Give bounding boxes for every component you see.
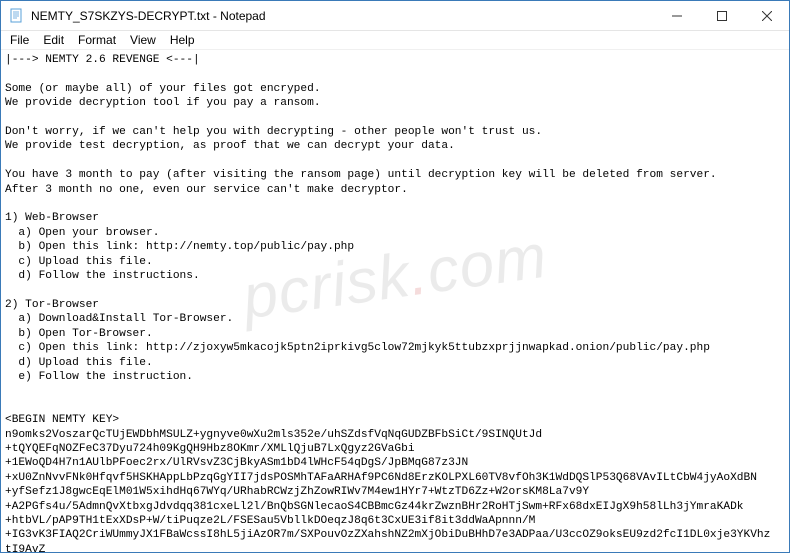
notepad-icon [9, 8, 25, 24]
menubar: File Edit Format View Help [1, 31, 789, 50]
maximize-button[interactable] [699, 1, 744, 31]
menu-view[interactable]: View [123, 32, 163, 48]
menu-file[interactable]: File [3, 32, 36, 48]
close-button[interactable] [744, 1, 789, 31]
minimize-button[interactable] [654, 1, 699, 31]
menu-help[interactable]: Help [163, 32, 202, 48]
menu-edit[interactable]: Edit [36, 32, 71, 48]
window-title: NEMTY_S7SKZYS-DECRYPT.txt - Notepad [31, 9, 266, 23]
text-area[interactable]: |---> NEMTY 2.6 REVENGE <---| Some (or m… [1, 51, 789, 552]
menu-format[interactable]: Format [71, 32, 123, 48]
titlebar: NEMTY_S7SKZYS-DECRYPT.txt - Notepad [1, 1, 789, 31]
